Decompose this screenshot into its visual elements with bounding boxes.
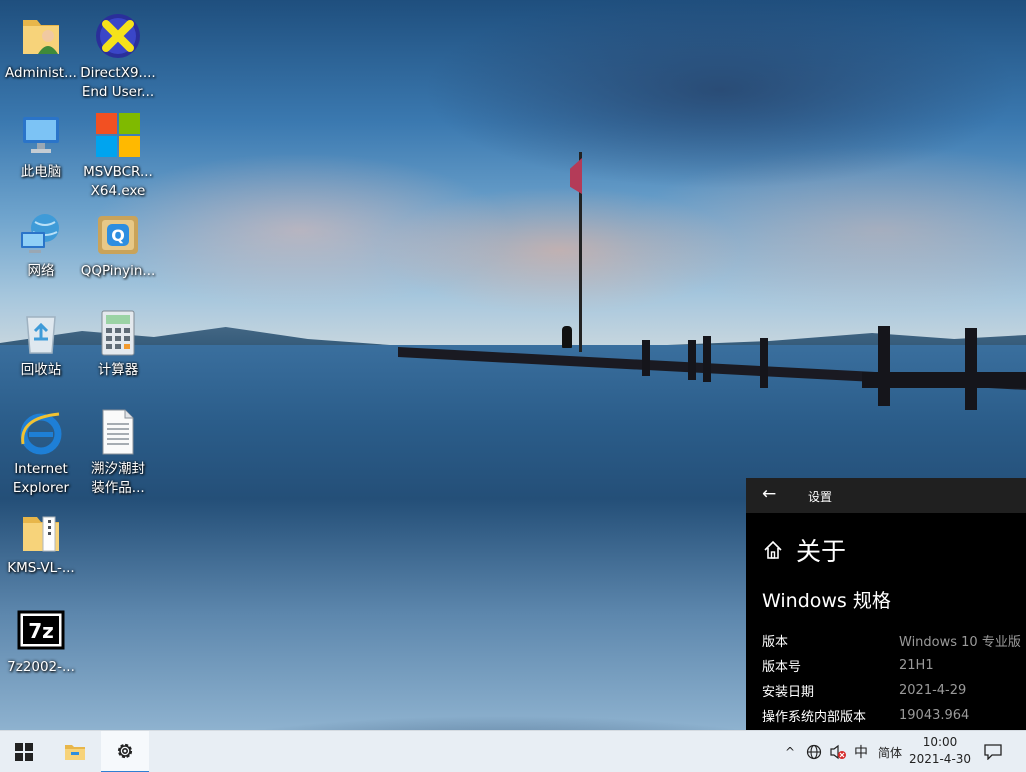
wallpaper-person xyxy=(562,326,572,348)
desktop-icon-label: 此电脑 xyxy=(20,164,62,180)
7zip-icon: 7z xyxy=(17,606,65,654)
spec-key: 安装日期 xyxy=(762,685,815,700)
page-title: 关于 xyxy=(796,537,847,566)
pier-post xyxy=(703,336,711,382)
file-explorer-icon xyxy=(65,745,85,760)
desktop-icon-label: 回收站 xyxy=(20,362,62,378)
desktop-icon-recycle-bin[interactable]: 回收站 xyxy=(2,303,80,399)
spec-key: 操作系统内部版本 xyxy=(762,710,867,725)
desktop-icon-label: Internet Explorer xyxy=(12,461,70,496)
ime-mode-button[interactable]: 中 xyxy=(850,731,872,772)
ime-mode-label: 中 xyxy=(854,745,868,761)
calculator-icon xyxy=(94,309,142,357)
spec-key: 版本号 xyxy=(762,660,802,675)
ime-style-label: 简体 xyxy=(877,745,902,760)
spec-value: 21H1 xyxy=(899,658,934,673)
internet-explorer-icon xyxy=(17,408,65,456)
globe-network-icon xyxy=(806,744,822,760)
desktop-icon-label: MSVBCR... X64.exe xyxy=(83,164,153,199)
spec-row: 安装日期 2021-4-29 xyxy=(762,678,1026,703)
desktop-icon-7zip[interactable]: 7z 7z2002-... xyxy=(2,600,80,696)
desktop-icon-calculator[interactable]: 计算器 xyxy=(79,303,157,399)
desktop-icon-msvbcrt[interactable]: MSVBCR... X64.exe xyxy=(79,105,157,201)
network-icon xyxy=(17,210,65,258)
notification-icon xyxy=(984,744,1002,760)
spec-value: 2021-4-29 xyxy=(899,683,967,698)
pier-post xyxy=(760,338,768,388)
action-center-button[interactable] xyxy=(980,731,1006,772)
home-icon xyxy=(764,540,782,559)
pier-post xyxy=(878,326,890,406)
spec-value: Windows 10 专业版 xyxy=(899,635,1021,650)
qqpinyin-icon: Q xyxy=(94,210,142,258)
desktop-icon-label: KMS-VL-... xyxy=(7,560,75,576)
spec-value: 19043.964 xyxy=(899,708,970,723)
desktop-icon-label: 溯汐潮封 装作品... xyxy=(91,461,145,496)
taskbar-clock[interactable]: 10:00 2021-4-30 xyxy=(900,734,980,768)
pier-post xyxy=(965,328,977,410)
this-pc-icon xyxy=(17,111,65,159)
desktop-icon-directx[interactable]: DirectX9.... End User... xyxy=(79,6,157,102)
pier-post xyxy=(688,340,696,380)
settings-titlebar[interactable]: ← 设置 xyxy=(746,478,1026,513)
volume-tray-button[interactable] xyxy=(826,731,850,772)
clock-time: 10:00 xyxy=(922,735,958,749)
windows-logo-icon xyxy=(94,111,142,159)
directx-icon xyxy=(94,12,142,60)
spec-row: 版本号 21H1 xyxy=(762,653,1026,678)
start-button[interactable] xyxy=(0,731,48,772)
desktop-icon-label: DirectX9.... End User... xyxy=(80,65,156,100)
taskbar-file-explorer[interactable] xyxy=(51,731,99,772)
settings-page-header: 关于 xyxy=(762,532,846,568)
volume-muted-icon xyxy=(830,744,846,760)
desktop-icon-text-document[interactable]: 溯汐潮封 装作品... xyxy=(79,402,157,498)
zip-folder-icon xyxy=(17,507,65,555)
chevron-up-icon: ^ xyxy=(784,745,796,759)
settings-gear-icon xyxy=(117,743,133,759)
desktop-icon-administrator[interactable]: Administ... xyxy=(2,6,80,102)
settings-window[interactable]: ← 设置 关于 Windows 规格 版本 Windows 10 专业版 版本号… xyxy=(746,478,1026,730)
svg-text:Q: Q xyxy=(111,226,125,245)
pier-post xyxy=(642,340,650,376)
user-folder-icon xyxy=(17,12,65,60)
windows-start-icon xyxy=(15,743,33,761)
show-hidden-icons-button[interactable]: ^ xyxy=(780,731,800,772)
desktop-icon-kms-vl[interactable]: KMS-VL-... xyxy=(2,501,80,597)
text-document-icon xyxy=(94,408,142,456)
spec-row: 操作系统内部版本 19043.964 xyxy=(762,703,1026,728)
desktop-icon-this-pc[interactable]: 此电脑 xyxy=(2,105,80,201)
spec-list: 版本 Windows 10 专业版 版本号 21H1 安装日期 2021-4-2… xyxy=(762,628,1026,728)
section-title: Windows 规格 xyxy=(762,590,891,612)
desktop-icon-network[interactable]: 网络 xyxy=(2,204,80,300)
back-arrow-icon[interactable]: ← xyxy=(762,484,776,504)
desktop-icon-qqpinyin[interactable]: Q QQPinyin... xyxy=(79,204,157,300)
pier-rail xyxy=(862,372,1026,388)
desktop-icon-label: QQPinyin... xyxy=(80,263,156,279)
desktop-icon-label: 计算器 xyxy=(97,362,139,378)
desktop-icon-label: Administ... xyxy=(5,65,77,81)
network-tray-button[interactable] xyxy=(803,731,825,772)
taskbar-settings[interactable] xyxy=(101,731,149,772)
spec-key: 版本 xyxy=(762,635,789,650)
desktop-icon-label: 网络 xyxy=(27,263,55,279)
spec-row: 版本 Windows 10 专业版 xyxy=(762,628,1026,653)
desktop-icon-label: 7z2002-... xyxy=(7,659,75,675)
desktop-icon-internet-explorer[interactable]: Internet Explorer xyxy=(2,402,80,498)
clock-date: 2021-4-30 xyxy=(908,752,972,766)
recycle-bin-icon xyxy=(17,309,65,357)
svg-text:7z: 7z xyxy=(28,619,54,643)
settings-window-title: 设置 xyxy=(808,490,833,504)
taskbar: ^ 中 简体 10:00 2021-4-30 xyxy=(0,730,1026,772)
